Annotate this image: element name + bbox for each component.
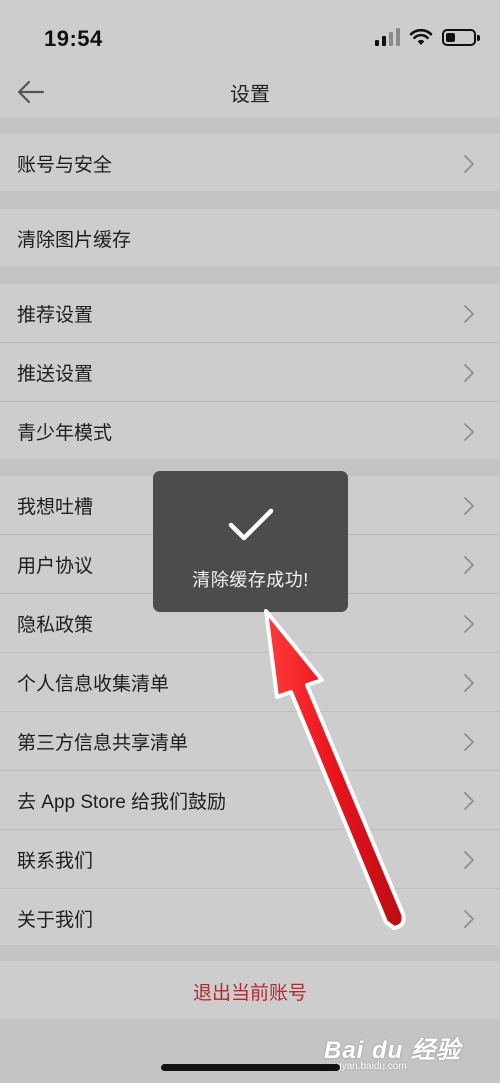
cellular-signal-icon	[375, 28, 400, 46]
navigation-bar: 设置	[0, 70, 500, 118]
settings-group-preferences: 推荐设置 推送设置 青少年模式	[0, 284, 500, 459]
chevron-right-icon	[464, 615, 474, 633]
settings-item-clear-image-cache[interactable]: 清除图片缓存	[0, 209, 500, 266]
status-time: 19:54	[44, 26, 103, 51]
settings-item-label: 青少年模式	[17, 423, 113, 444]
baidu-jingyan-watermark: Bai du 经验 jingyan.baidu.com	[324, 1030, 474, 1076]
chevron-right-icon	[464, 733, 474, 751]
settings-item-account-security[interactable]: 账号与安全	[0, 134, 500, 191]
battery-icon	[442, 28, 480, 46]
toast-message: 清除缓存成功!	[192, 570, 309, 590]
settings-item-contact-us[interactable]: 联系我们	[0, 830, 500, 889]
chevron-right-icon	[464, 423, 474, 441]
settings-group-cache: 清除图片缓存	[0, 209, 500, 266]
page-title: 设置	[230, 84, 270, 106]
wifi-icon	[409, 28, 433, 45]
settings-item-label: 清除图片缓存	[17, 230, 132, 251]
chevron-right-icon	[464, 851, 474, 869]
chevron-right-icon	[464, 792, 474, 810]
settings-item-label: 个人信息收集清单	[17, 674, 170, 695]
settings-item-label: 第三方信息共享清单	[17, 733, 189, 754]
settings-item-third-party-sharing[interactable]: 第三方信息共享清单	[0, 712, 500, 771]
settings-item-teen-mode[interactable]: 青少年模式	[0, 402, 500, 461]
chevron-right-icon	[464, 364, 474, 382]
chevron-right-icon	[464, 305, 474, 323]
chevron-right-icon	[464, 155, 474, 173]
settings-item-label: 推送设置	[17, 364, 94, 385]
settings-item-label: 联系我们	[17, 851, 94, 872]
settings-screen: 19:54 设置 账号与安全 清除图片缓存 推荐设置 推送设置 青少年模式 我想…	[0, 0, 500, 1083]
settings-item-label: 账号与安全	[17, 155, 113, 176]
settings-group-account: 账号与安全	[0, 134, 500, 191]
settings-item-label: 关于我们	[17, 910, 94, 931]
settings-item-about-us[interactable]: 关于我们	[0, 889, 500, 948]
chevron-right-icon	[464, 556, 474, 574]
settings-item-label: 我想吐槽	[17, 497, 94, 518]
logout-button[interactable]: 退出当前账号	[0, 961, 500, 1019]
success-toast: 清除缓存成功!	[153, 471, 348, 612]
watermark-logo: Bai du 经验	[324, 1037, 462, 1064]
logout-label: 退出当前账号	[192, 983, 307, 1004]
chevron-right-icon	[464, 910, 474, 928]
checkmark-icon	[228, 508, 274, 541]
settings-item-label: 去 App Store 给我们鼓励	[17, 792, 227, 813]
settings-item-push[interactable]: 推送设置	[0, 343, 500, 402]
status-bar: 19:54	[0, 0, 500, 70]
settings-item-label: 隐私政策	[17, 615, 94, 636]
settings-item-personal-info-list[interactable]: 个人信息收集清单	[0, 653, 500, 712]
settings-item-label: 推荐设置	[17, 305, 94, 326]
chevron-right-icon	[464, 497, 474, 515]
chevron-right-icon	[464, 674, 474, 692]
home-indicator[interactable]	[161, 1064, 340, 1071]
status-icons	[375, 28, 480, 46]
settings-item-label: 用户协议	[17, 556, 94, 577]
settings-item-recommend[interactable]: 推荐设置	[0, 284, 500, 343]
settings-item-rate-app-store[interactable]: 去 App Store 给我们鼓励	[0, 771, 500, 830]
